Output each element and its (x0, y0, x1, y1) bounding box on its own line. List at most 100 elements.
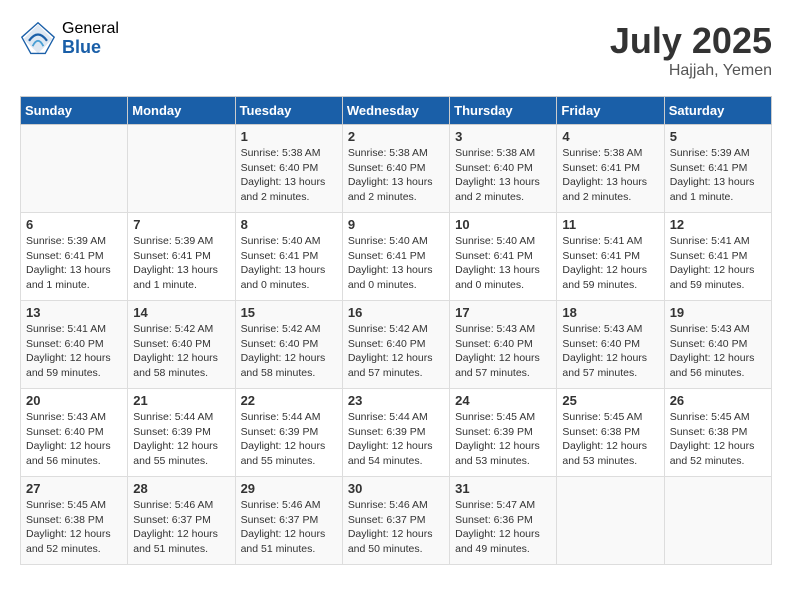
logo-blue: Blue (62, 38, 119, 58)
month-title: July 2025 (610, 20, 772, 62)
day-number: 18 (562, 305, 658, 320)
day-detail: Sunrise: 5:38 AMSunset: 6:40 PMDaylight:… (455, 146, 551, 205)
day-detail: Sunrise: 5:39 AMSunset: 6:41 PMDaylight:… (133, 234, 229, 293)
calendar-cell: 4 Sunrise: 5:38 AMSunset: 6:41 PMDaylight… (557, 125, 664, 213)
day-number: 30 (348, 481, 444, 496)
calendar-cell: 27Sunrise: 5:45 AMSunset: 6:38 PMDayligh… (21, 477, 128, 565)
day-detail: Sunrise: 5:44 AMSunset: 6:39 PMDaylight:… (348, 410, 444, 469)
calendar-cell: 16 Sunrise: 5:42 AMSunset: 6:40 PMDayligh… (342, 301, 449, 389)
day-number: 29 (241, 481, 337, 496)
calendar-cell: 7 Sunrise: 5:39 AMSunset: 6:41 PMDaylight… (128, 213, 235, 301)
day-number: 17 (455, 305, 551, 320)
day-detail: Sunrise: 5:43 AMSunset: 6:40 PMDaylight:… (455, 322, 551, 381)
day-number: 4 (562, 129, 658, 144)
calendar-cell: 18 Sunrise: 5:43 AMSunset: 6:40 PMDayligh… (557, 301, 664, 389)
day-detail: Sunrise: 5:44 AMSunset: 6:39 PMDaylight:… (133, 410, 229, 469)
day-number: 6 (26, 217, 122, 232)
day-detail: Sunrise: 5:42 AMSunset: 6:40 PMDaylight:… (348, 322, 444, 381)
logo: General Blue (20, 20, 119, 57)
day-detail: Sunrise: 5:46 AMSunset: 6:37 PMDaylight:… (133, 498, 229, 557)
day-number: 8 (241, 217, 337, 232)
calendar-cell: 22 Sunrise: 5:44 AMSunset: 6:39 PMDayligh… (235, 389, 342, 477)
day-detail: Sunrise: 5:42 AMSunset: 6:40 PMDaylight:… (133, 322, 229, 381)
day-number: 22 (241, 393, 337, 408)
calendar-cell: 30Sunrise: 5:46 AMSunset: 6:37 PMDayligh… (342, 477, 449, 565)
day-number: 3 (455, 129, 551, 144)
calendar-cell: 31 Sunrise: 5:47 AMSunset: 6:36 PMDayligh… (450, 477, 557, 565)
day-detail: Sunrise: 5:43 AMSunset: 6:40 PMDaylight:… (562, 322, 658, 381)
location-subtitle: Hajjah, Yemen (610, 62, 772, 80)
calendar-cell: 9Sunrise: 5:40 AMSunset: 6:41 PMDaylight… (342, 213, 449, 301)
day-number: 11 (562, 217, 658, 232)
day-detail: Sunrise: 5:41 AMSunset: 6:41 PMDaylight:… (562, 234, 658, 293)
day-number: 31 (455, 481, 551, 496)
calendar-cell: 15 Sunrise: 5:42 AMSunset: 6:40 PMDayligh… (235, 301, 342, 389)
day-number: 27 (26, 481, 122, 496)
header-tuesday: Tuesday (235, 97, 342, 125)
day-number: 15 (241, 305, 337, 320)
day-number: 24 (455, 393, 551, 408)
week-row-3: 13 Sunrise: 5:41 AMSunset: 6:40 PMDayligh… (21, 301, 772, 389)
header-monday: Monday (128, 97, 235, 125)
day-number: 14 (133, 305, 229, 320)
header-saturday: Saturday (664, 97, 771, 125)
calendar-cell: 12 Sunrise: 5:41 AMSunset: 6:41 PMDayligh… (664, 213, 771, 301)
calendar-cell: 1 Sunrise: 5:38 AMSunset: 6:40 PMDaylight… (235, 125, 342, 213)
day-detail: Sunrise: 5:40 AMSunset: 6:41 PMDaylight:… (241, 234, 337, 293)
calendar-cell: 2Sunrise: 5:38 AMSunset: 6:40 PMDaylight… (342, 125, 449, 213)
day-detail: Sunrise: 5:41 AMSunset: 6:41 PMDaylight:… (670, 234, 766, 293)
calendar-cell: 8 Sunrise: 5:40 AMSunset: 6:41 PMDaylight… (235, 213, 342, 301)
calendar-table: SundayMondayTuesdayWednesdayThursdayFrid… (20, 96, 772, 565)
calendar-cell: 23 Sunrise: 5:44 AMSunset: 6:39 PMDayligh… (342, 389, 449, 477)
day-detail: Sunrise: 5:39 AMSunset: 6:41 PMDaylight:… (670, 146, 766, 205)
day-number: 16 (348, 305, 444, 320)
day-detail: Sunrise: 5:40 AMSunset: 6:41 PMDaylight:… (348, 234, 444, 293)
calendar-header: SundayMondayTuesdayWednesdayThursdayFrid… (21, 97, 772, 125)
calendar-cell: 20 Sunrise: 5:43 AMSunset: 6:40 PMDayligh… (21, 389, 128, 477)
calendar-cell: 25Sunrise: 5:45 AMSunset: 6:38 PMDayligh… (557, 389, 664, 477)
day-detail: Sunrise: 5:38 AMSunset: 6:41 PMDaylight:… (562, 146, 658, 205)
calendar-cell: 17 Sunrise: 5:43 AMSunset: 6:40 PMDayligh… (450, 301, 557, 389)
calendar-cell: 28 Sunrise: 5:46 AMSunset: 6:37 PMDayligh… (128, 477, 235, 565)
day-number: 28 (133, 481, 229, 496)
calendar-cell: 13 Sunrise: 5:41 AMSunset: 6:40 PMDayligh… (21, 301, 128, 389)
day-number: 25 (562, 393, 658, 408)
day-detail: Sunrise: 5:43 AMSunset: 6:40 PMDaylight:… (26, 410, 122, 469)
day-number: 23 (348, 393, 444, 408)
calendar-cell: 21 Sunrise: 5:44 AMSunset: 6:39 PMDayligh… (128, 389, 235, 477)
day-number: 19 (670, 305, 766, 320)
calendar-cell (557, 477, 664, 565)
calendar-cell (664, 477, 771, 565)
day-detail: Sunrise: 5:42 AMSunset: 6:40 PMDaylight:… (241, 322, 337, 381)
day-number: 26 (670, 393, 766, 408)
calendar-cell: 6Sunrise: 5:39 AMSunset: 6:41 PMDaylight… (21, 213, 128, 301)
calendar-cell: 29 Sunrise: 5:46 AMSunset: 6:37 PMDayligh… (235, 477, 342, 565)
page-header: General Blue July 2025 Hajjah, Yemen (20, 20, 772, 80)
day-number: 10 (455, 217, 551, 232)
calendar-cell: 24Sunrise: 5:45 AMSunset: 6:39 PMDayligh… (450, 389, 557, 477)
header-wednesday: Wednesday (342, 97, 449, 125)
week-row-2: 6 Sunrise: 5:39 AMSunset: 6:41 PMDaylight… (21, 213, 772, 301)
day-detail: Sunrise: 5:47 AMSunset: 6:36 PMDaylight:… (455, 498, 551, 557)
calendar-cell: 19Sunrise: 5:43 AMSunset: 6:40 PMDayligh… (664, 301, 771, 389)
day-detail: Sunrise: 5:45 AMSunset: 6:38 PMDaylight:… (670, 410, 766, 469)
day-number: 5 (670, 129, 766, 144)
day-number: 7 (133, 217, 229, 232)
day-detail: Sunrise: 5:46 AMSunset: 6:37 PMDaylight:… (241, 498, 337, 557)
day-detail: Sunrise: 5:38 AMSunset: 6:40 PMDaylight:… (241, 146, 337, 205)
day-number: 21 (133, 393, 229, 408)
calendar-cell: 3 Sunrise: 5:38 AMSunset: 6:40 PMDaylight… (450, 125, 557, 213)
day-number: 12 (670, 217, 766, 232)
day-detail: Sunrise: 5:44 AMSunset: 6:39 PMDaylight:… (241, 410, 337, 469)
header-thursday: Thursday (450, 97, 557, 125)
day-number: 20 (26, 393, 122, 408)
calendar-cell: 11 Sunrise: 5:41 AMSunset: 6:41 PMDayligh… (557, 213, 664, 301)
day-detail: Sunrise: 5:41 AMSunset: 6:40 PMDaylight:… (26, 322, 122, 381)
logo-icon (20, 21, 56, 57)
calendar-cell: 5 Sunrise: 5:39 AMSunset: 6:41 PMDaylight… (664, 125, 771, 213)
day-number: 13 (26, 305, 122, 320)
week-row-5: 27Sunrise: 5:45 AMSunset: 6:38 PMDayligh… (21, 477, 772, 565)
calendar-body: 1 Sunrise: 5:38 AMSunset: 6:40 PMDaylight… (21, 125, 772, 565)
day-number: 1 (241, 129, 337, 144)
calendar-cell (21, 125, 128, 213)
